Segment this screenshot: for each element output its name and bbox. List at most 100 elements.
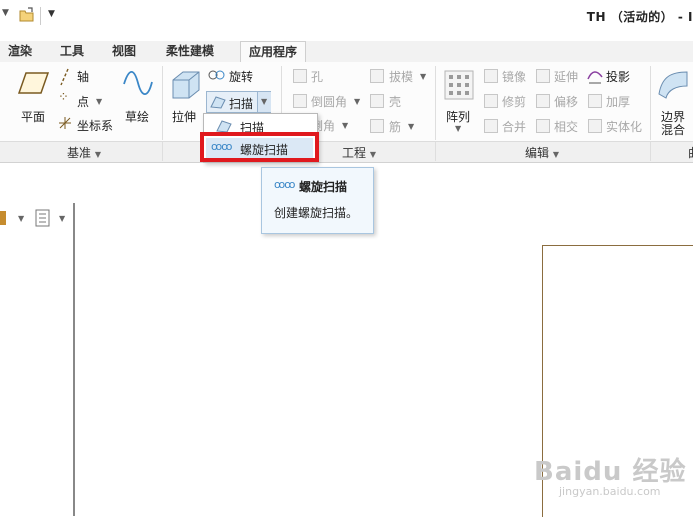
tooltip-description: 创建螺旋扫描。 [274, 206, 359, 220]
tab-view[interactable]: 视图 [104, 41, 144, 61]
offset-button[interactable]: 偏移 [554, 93, 578, 110]
solidify-button[interactable]: 实体化 [606, 118, 642, 135]
ribbon: 平面 轴 ⁘ 点 ▼ 坐标系 草绘 拉伸 旋转 扫描 ▼ 孔 倒圆角 ▼ 倒角 [0, 62, 693, 141]
group-separator [435, 142, 436, 161]
group-label-editing[interactable]: 编辑 ▼ [525, 144, 559, 161]
point-icon: ⁘ [58, 90, 69, 105]
mirror-icon [484, 69, 498, 83]
sweep-dropdown-button[interactable]: ▼ [257, 92, 271, 112]
chevron-down-icon: ▼ [369, 150, 376, 159]
round-button[interactable]: 倒圆角 [311, 93, 347, 110]
rib-button[interactable]: 筋 [389, 118, 401, 135]
revolve-button[interactable]: 旋转 [229, 68, 253, 85]
group-label-engineering-text: 工程 [342, 146, 367, 160]
model-tree-panel: ▼ ▼ [0, 203, 75, 516]
draft-icon [370, 69, 384, 83]
tab-render[interactable]: 渲染 [0, 41, 40, 61]
group-label-editing-text: 编辑 [525, 146, 550, 160]
shell-icon [370, 94, 384, 108]
group-label-surfaces[interactable]: 曲 [688, 144, 693, 161]
shell-button[interactable]: 壳 [389, 93, 401, 110]
group-label-datum[interactable]: 基准 ▼ [67, 144, 101, 161]
sweep-icon [210, 96, 226, 109]
hole-icon [293, 69, 307, 83]
axis-button[interactable]: 轴 [77, 68, 89, 85]
open-folder-icon[interactable] [18, 6, 36, 24]
settings-dropdown-icon[interactable]: ▼ [18, 214, 24, 223]
title-bar: ▼ ▼ TH （活动的） - I [0, 0, 693, 33]
ribbon-group-bar: 基准 ▼ 工程 ▼ 编辑 ▼ 曲 [0, 141, 693, 163]
boundary-blend-icon [658, 71, 688, 99]
chevron-down-icon: ▼ [94, 150, 101, 159]
rib-dropdown-icon[interactable]: ▼ [408, 122, 414, 131]
thicken-icon [588, 94, 602, 108]
sketch-icon [123, 70, 153, 96]
sketch-button[interactable]: 草绘 [125, 108, 149, 125]
extend-icon [536, 69, 550, 83]
sweep-icon [216, 120, 232, 133]
pattern-dropdown-icon[interactable]: ▼ [455, 124, 461, 133]
project-icon [587, 71, 603, 84]
project-button[interactable]: 投影 [606, 68, 630, 85]
intersect-icon [536, 119, 550, 133]
draft-dropdown-icon[interactable]: ▼ [420, 72, 426, 81]
ribbon-tab-bar: 渲染 工具 视图 柔性建模 应用程序 [0, 41, 693, 63]
tab-applications[interactable]: 应用程序 [240, 41, 307, 62]
pattern-button[interactable]: 阵列 [446, 108, 470, 125]
point-button[interactable]: 点 [77, 93, 89, 110]
tree-filter-dropdown-icon[interactable]: ▼ [59, 214, 65, 223]
window-title: TH （活动的） - I [586, 10, 693, 24]
sweep-split-button[interactable]: 扫描 ▼ [206, 91, 271, 113]
trim-button[interactable]: 修剪 [502, 93, 526, 110]
offset-icon [536, 94, 550, 108]
settings-icon[interactable] [0, 211, 6, 225]
group-separator [435, 66, 436, 140]
trim-icon [484, 94, 498, 108]
mirror-button[interactable]: 镜像 [502, 68, 526, 85]
revolve-icon [208, 70, 225, 80]
pattern-icon [444, 70, 474, 100]
draft-button[interactable]: 拔模 [389, 68, 413, 85]
sweep-label: 扫描 [229, 97, 254, 111]
round-dropdown-icon[interactable]: ▼ [354, 97, 360, 106]
helical-sweep-icon: ꝏꝏ [274, 178, 295, 191]
boundary-blend-label-2[interactable]: 混合 [661, 121, 685, 138]
rib-icon [370, 119, 384, 133]
axis-icon [60, 68, 69, 86]
intersect-button[interactable]: 相交 [554, 118, 578, 135]
merge-icon [484, 119, 498, 133]
round-icon [293, 94, 307, 108]
tooltip: ꝏꝏ 螺旋扫描 创建螺旋扫描。 [261, 167, 374, 234]
group-label-engineering[interactable]: 工程 ▼ [342, 144, 376, 161]
highlight-box [200, 132, 319, 162]
group-separator [162, 66, 163, 140]
extrude-icon [172, 71, 200, 99]
extrude-button[interactable]: 拉伸 [172, 108, 196, 125]
qat-customize-icon[interactable]: ▼ [48, 9, 55, 19]
qat-separator [40, 7, 41, 25]
solidify-icon [588, 119, 602, 133]
chevron-down-icon: ▼ [261, 97, 268, 106]
chevron-down-icon: ▼ [552, 150, 559, 159]
extend-button[interactable]: 延伸 [554, 68, 578, 85]
plane-icon [18, 72, 50, 94]
group-label-datum-text: 基准 [67, 146, 92, 160]
csys-icon [59, 117, 71, 129]
group-separator [650, 142, 651, 161]
chamfer-dropdown-icon[interactable]: ▼ [342, 121, 348, 130]
tooltip-title: 螺旋扫描 [299, 180, 348, 194]
merge-button[interactable]: 合并 [502, 118, 526, 135]
thicken-button[interactable]: 加厚 [606, 93, 630, 110]
watermark-url: jingyan.baidu.com [559, 485, 661, 498]
hole-button[interactable]: 孔 [311, 68, 323, 85]
group-separator [650, 66, 651, 140]
point-dropdown-icon[interactable]: ▼ [96, 97, 102, 106]
csys-button[interactable]: 坐标系 [77, 117, 113, 134]
qat-dropdown-icon[interactable]: ▼ [2, 8, 9, 18]
tab-tools[interactable]: 工具 [52, 41, 92, 61]
watermark-brand: Baidu 经验 [534, 457, 687, 487]
group-separator [162, 142, 163, 161]
tree-filter-icon[interactable] [35, 209, 51, 227]
tab-flexible-modeling[interactable]: 柔性建模 [158, 41, 222, 61]
plane-button[interactable]: 平面 [21, 108, 45, 125]
